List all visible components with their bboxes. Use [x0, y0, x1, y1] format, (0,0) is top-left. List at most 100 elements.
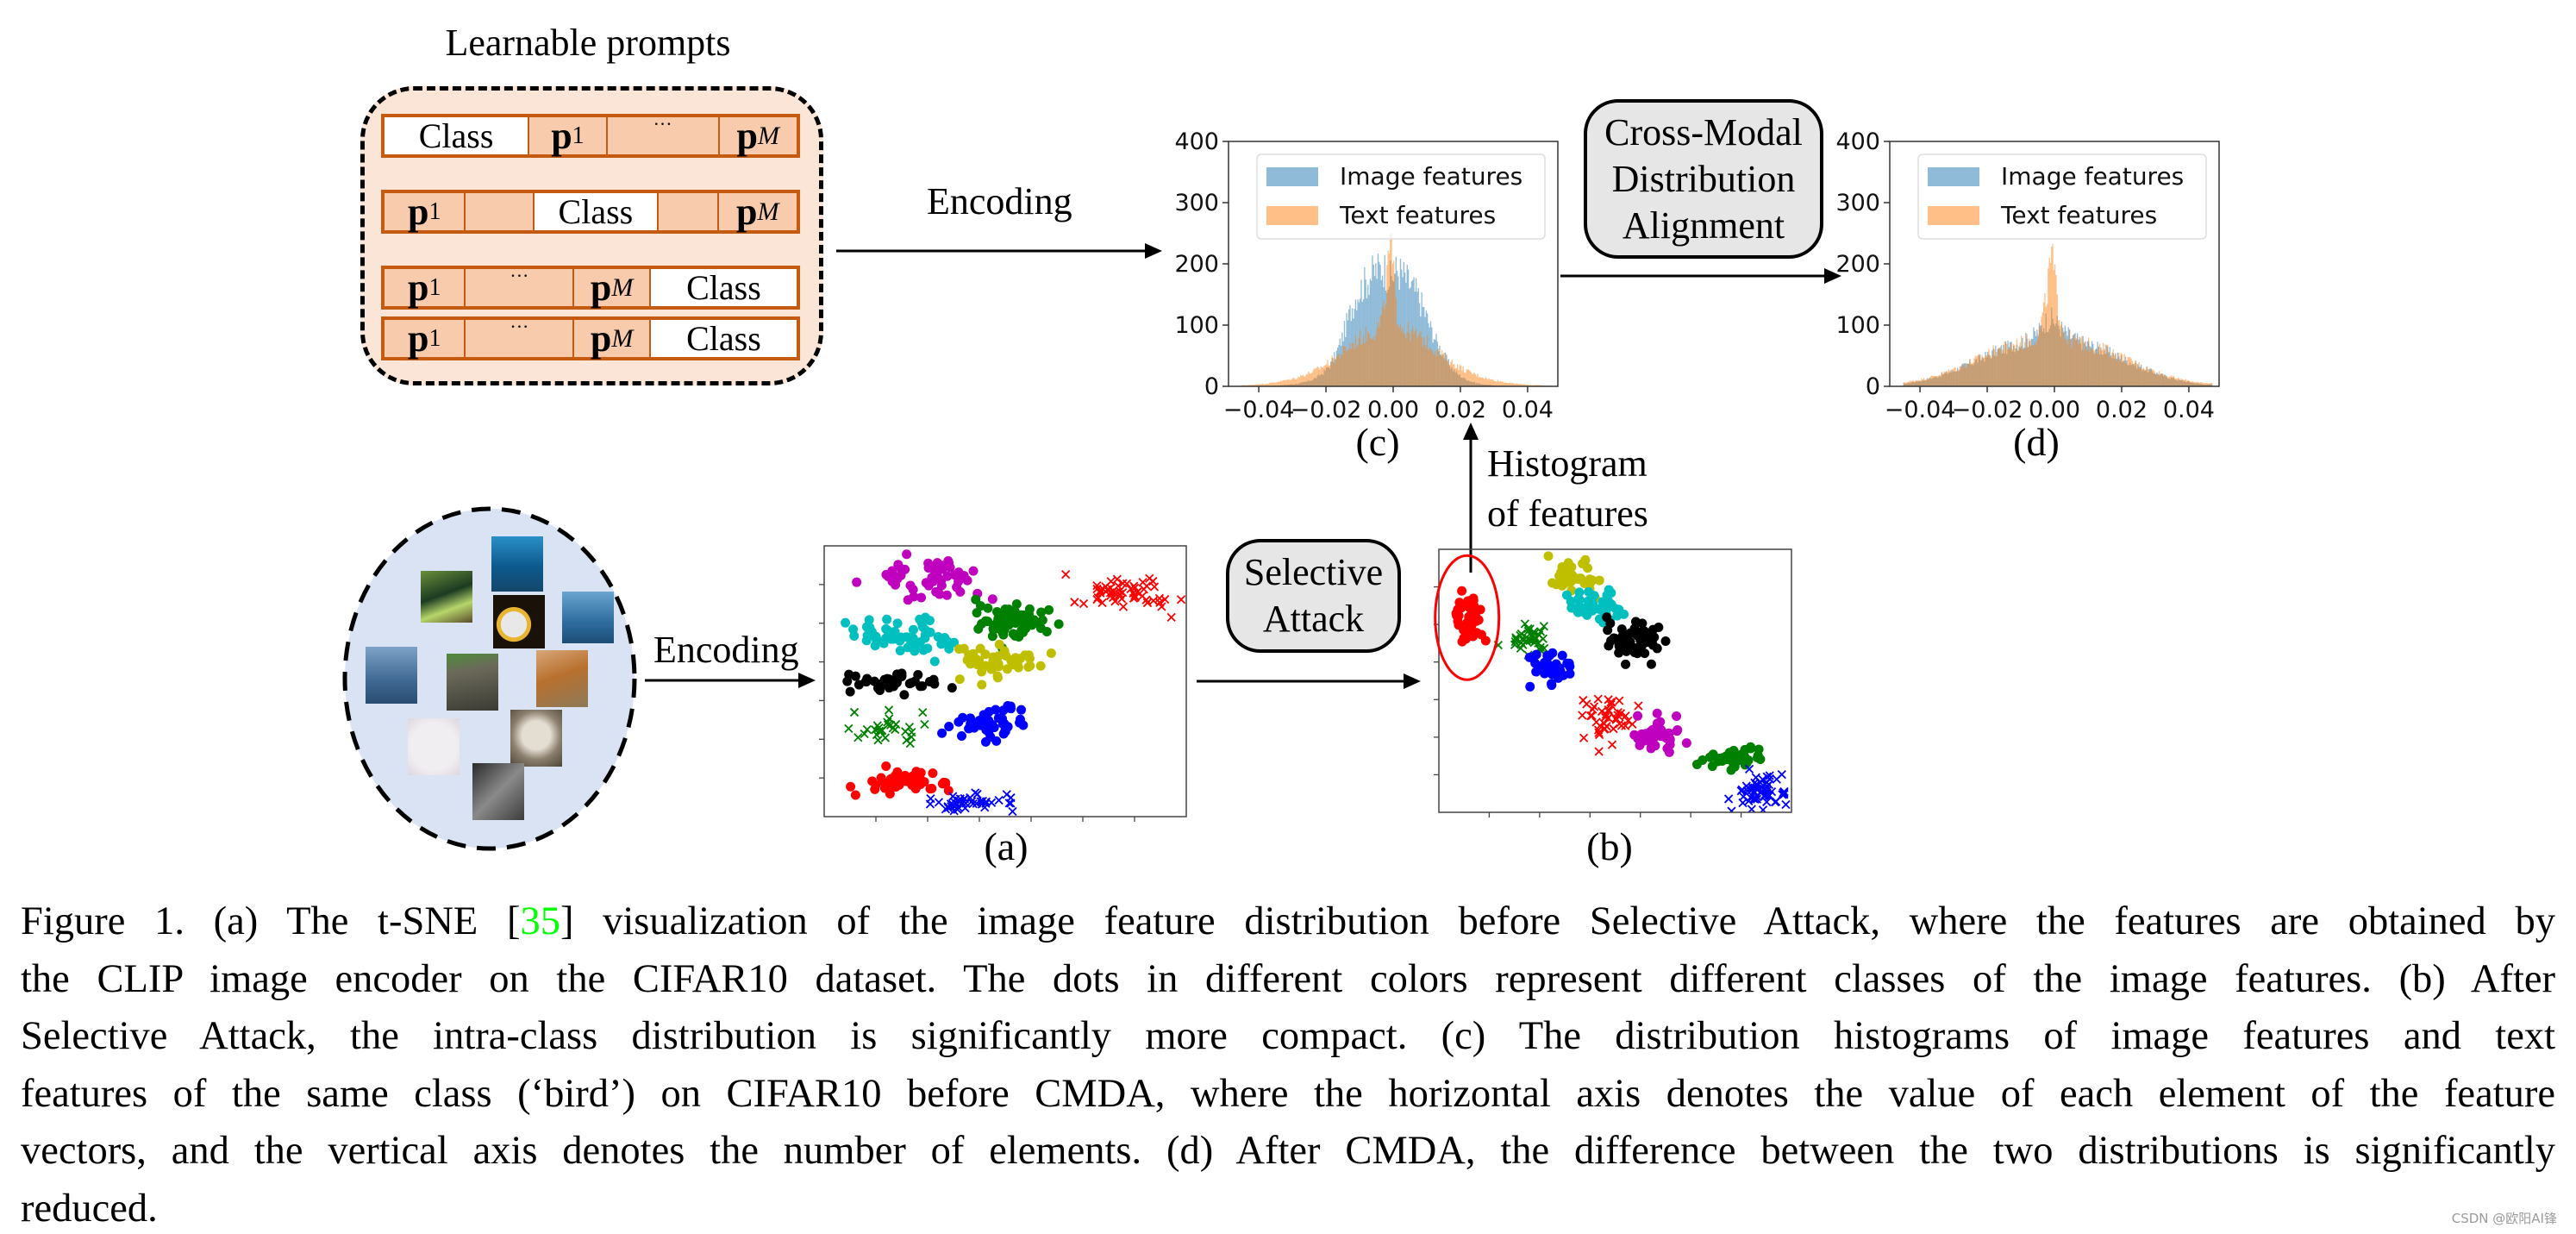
hist-bar: [2059, 320, 2060, 386]
scatter-dot: [853, 680, 864, 690]
hist-bar: [2056, 294, 2058, 386]
hist-bar: [1491, 379, 1493, 386]
hist-bar: [1476, 376, 1478, 386]
hist-bar: [1399, 324, 1402, 386]
hist-bar: [1294, 379, 1296, 386]
hist-bar: [1339, 358, 1341, 386]
x-tick-label: −0.04: [1885, 397, 1956, 423]
hist-bar: [1353, 343, 1354, 386]
hist-bar: [1327, 360, 1329, 386]
hist-bar: [2087, 337, 2090, 386]
hist-bar: [1447, 364, 1449, 386]
scatter-dot: [1652, 643, 1662, 654]
hist-bar: [1287, 379, 1290, 386]
hist-bar: [1463, 373, 1466, 386]
hist-bar: [1995, 356, 1997, 386]
hist-bar: [2092, 349, 2094, 386]
cluster-black: [1602, 612, 1671, 669]
scatter-dot: [908, 771, 918, 781]
scatter-dot: [1024, 604, 1035, 614]
hist-bar: [1974, 355, 1977, 386]
scatter-dot: [1023, 662, 1034, 673]
hist-bar: [1473, 373, 1475, 386]
scatter-dot: [1556, 567, 1566, 578]
scatter-dot: [905, 640, 916, 650]
hist-bar: [1402, 327, 1404, 386]
histogram-c: 0100200300400−0.04−0.02 0.00 0.02 0.04Image…: [1174, 128, 1559, 423]
hist-bar: [2032, 345, 2034, 386]
hist-bar: [1292, 378, 1294, 386]
scatter-dot: [1463, 596, 1473, 606]
hist-bar: [1910, 380, 1912, 386]
scatter-dot: [881, 761, 891, 772]
hist-bar: [1465, 373, 1466, 386]
hist-bar: [2036, 341, 2038, 386]
hist-bar: [2021, 335, 2023, 386]
hist-bar: [2068, 329, 2071, 386]
caption-line: reduced.: [21, 1186, 158, 1231]
hist-bar: [2171, 375, 2173, 386]
hist-bar: [1967, 363, 1970, 386]
y-tick-label: 0: [1204, 373, 1219, 400]
hist-bar: [2176, 379, 2178, 386]
hist-bar: [1936, 376, 1938, 386]
scatter-dot: [997, 714, 1008, 724]
y-tick-label: 400: [1174, 128, 1219, 155]
thumbnail-dandelion: [510, 710, 562, 767]
hist-bar: [2104, 344, 2106, 386]
cluster-magenta: [1629, 708, 1691, 757]
hist-bar: [2078, 344, 2079, 386]
hist-bar: [1329, 365, 1331, 386]
hist-bar: [1950, 369, 1952, 386]
hist-bar: [1448, 364, 1451, 386]
hist-bar: [2076, 335, 2079, 386]
scatter-dot: [897, 668, 907, 679]
hist-bar: [1976, 356, 1978, 386]
scatter-cross: [1587, 711, 1597, 721]
citation-link[interactable]: 35: [520, 899, 560, 943]
hist-bar: [1455, 367, 1458, 386]
scatter-dot: [1691, 759, 1702, 769]
hist-bar: [1495, 381, 1497, 386]
scatter-dot: [1578, 607, 1588, 617]
scatter-dot: [1010, 618, 1021, 629]
hist-bar: [1923, 378, 1925, 386]
scatter-dot: [899, 690, 910, 700]
hist-bar: [1956, 370, 1959, 386]
caption-line: the CLIP image encoder on the CIFAR10 da…: [21, 956, 2555, 1001]
hist-bar: [1285, 380, 1287, 386]
hist-bar: [1963, 364, 1966, 386]
hist-bar: [2127, 357, 2129, 386]
hist-bar: [1937, 375, 1940, 386]
hist-bar: [1338, 353, 1340, 386]
hist-bar: [1457, 364, 1459, 386]
scatter-dot: [1708, 749, 1718, 760]
hist-bar: [1424, 344, 1426, 386]
hist-bar: [2026, 334, 2028, 386]
hist-bar: [1407, 322, 1410, 386]
scatter-dot: [962, 655, 972, 666]
x-tick-label: −0.04: [1223, 397, 1295, 423]
scatter-dot: [1018, 720, 1029, 730]
scatter-cross: [1589, 702, 1599, 711]
figure-caption: Figure 1. (a) The t-SNE [35] visualizati…: [21, 893, 2555, 1234]
hist-bar: [2118, 353, 2120, 386]
hist-bar: [1489, 379, 1491, 386]
hist-bar: [1357, 344, 1359, 386]
scatter-dot: [1661, 733, 1672, 743]
hist-bar: [1347, 350, 1349, 386]
scatter-points: [841, 549, 1186, 817]
hist-series-text: [1903, 243, 2213, 386]
hist-bar: [1935, 376, 1937, 386]
scatter-dot: [864, 630, 874, 640]
hist-bar: [1977, 354, 1979, 386]
scatter-dot: [953, 644, 964, 655]
hist-bar: [2126, 363, 2128, 386]
hist-bar: [1405, 338, 1407, 386]
hist-bar: [1928, 379, 1929, 386]
scatter-cross: [1079, 598, 1089, 609]
scatter-dot: [1046, 648, 1056, 659]
scatter-dot: [941, 779, 951, 789]
hist-bar: [2098, 346, 2099, 386]
scatter-cross: [1142, 598, 1153, 608]
